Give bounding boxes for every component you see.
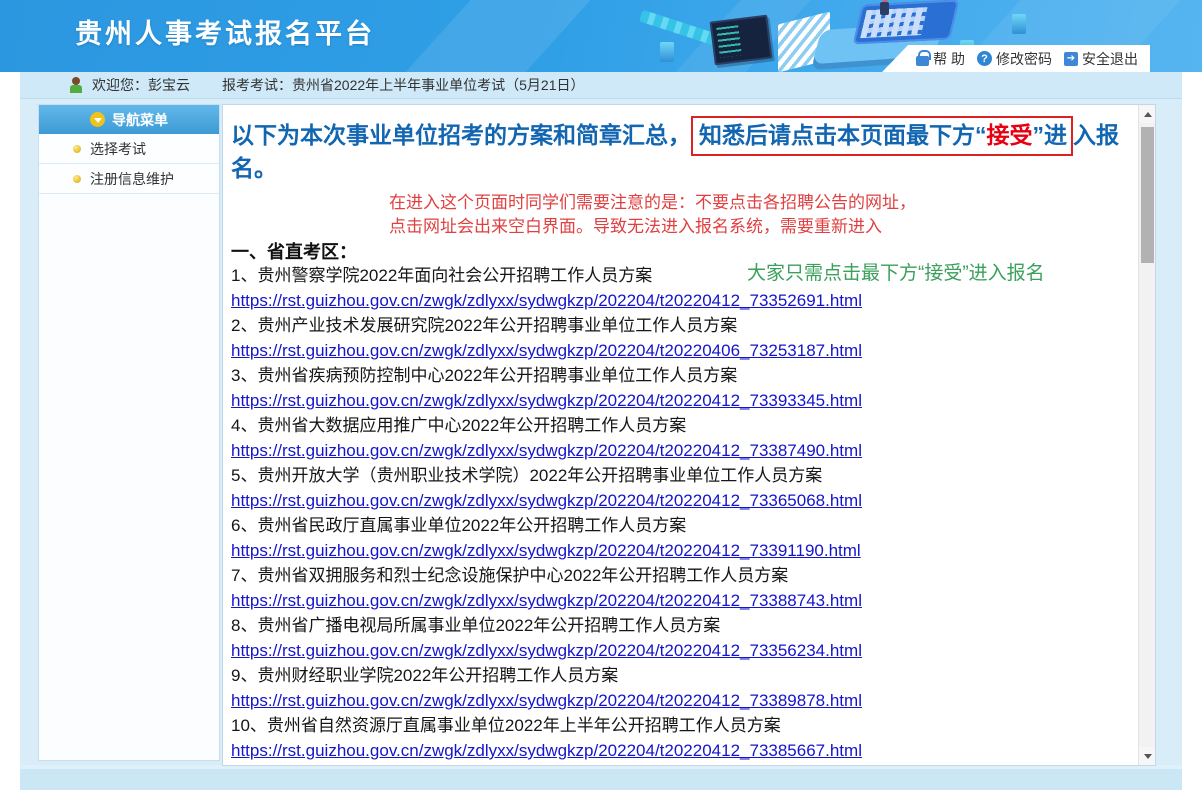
sidebar-item-registration-info[interactable]: 注册信息维护 [39,164,219,194]
item-title: 9、贵州财经职业学院2022年公开招聘工作人员方案 [231,663,1129,688]
list-item: 7、贵州省双拥服务和烈士纪念设施保护中心2022年公开招聘工作人员方案 http… [231,563,1129,613]
welcome-bar: 欢迎您：彭宝云 报考考试：贵州省2022年上半年事业单位考试（5月21日） [20,72,1182,99]
red-note-line1: 在进入这个页面时同学们需要注意的是：不要点击各招聘公告的网址， [389,191,1129,215]
list-item: 9、贵州财经职业学院2022年公开招聘工作人员方案 https://rst.gu… [231,663,1129,713]
page-footer [20,765,1182,790]
change-password-label: 修改密码 [996,49,1052,69]
help-button-label: 帮 助 [933,49,965,69]
illustration-dashboard [853,0,960,44]
illustration-pillar [660,42,674,62]
headline-boxed-prefix: 知悉后请点击本页面最下方“ [699,122,987,148]
green-hint-note: 大家只需点击最下方“接受”进入报名 [747,258,1045,285]
illustration-monitor [710,15,773,66]
app-header: 贵州人事考试报名平台 帮 助 ? 修改密码 ➔ 安全退出 [0,0,1202,72]
headline-boxed-highlight: 知悉后请点击本页面最下方“接受”进 [691,116,1073,156]
list-item: 10、贵州省自然资源厅直属事业单位2022年上半年公开招聘工作人员方案 http… [231,713,1129,763]
list-item: 8、贵州省广播电视局所属事业单位2022年公开招聘工作人员方案 https://… [231,613,1129,663]
headline-boxed-suffix: ”进 [1033,122,1068,148]
welcome-greeting: 欢迎您：彭宝云 [92,75,190,95]
content-inner: 以下为本次事业单位招考的方案和简章汇总，知悉后请点击本页面最下方“接受”进入报名… [223,105,1155,766]
sidebar-header-label: 导航菜单 [112,110,168,130]
main-row: 导航菜单 选择考试 注册信息维护 以下为本次事业单位招考的方案和简章汇总，知悉后… [20,99,1182,765]
item-link[interactable]: https://rst.guizhou.gov.cn/zwgk/zdlyxx/s… [231,588,1129,613]
illustration-pillar [1012,14,1026,34]
item-link[interactable]: https://rst.guizhou.gov.cn/zwgk/zdlyxx/s… [231,638,1129,663]
list-item: 2、贵州产业技术发展研究院2022年公开招聘事业单位工作人员方案 https:/… [231,313,1129,363]
page-title: 贵州人事考试报名平台 [75,12,375,51]
scrollbar-thumb[interactable] [1141,127,1154,263]
sidebar-header: 导航菜单 [39,105,219,134]
list-item: 5、贵州开放大学（贵州职业技术学院）2022年公开招聘事业单位工作人员方案 ht… [231,463,1129,513]
vertical-scrollbar[interactable] [1138,105,1155,765]
user-avatar-icon [68,77,84,93]
arrow-up-icon [1144,112,1152,117]
header-action-tab: 帮 助 ? 修改密码 ➔ 安全退出 [882,45,1150,72]
item-link[interactable]: https://rst.guizhou.gov.cn/zwgk/zdlyxx/s… [231,688,1129,713]
sidebar: 导航菜单 选择考试 注册信息维护 [38,104,220,761]
bullet-icon [73,175,81,183]
item-link[interactable]: https://rst.guizhou.gov.cn/zwgk/zdlyxx/s… [231,338,1129,363]
red-note-line2: 点击网址会出来空白界面。导致无法进入报名系统，需要重新进入 [389,215,1129,239]
arrow-down-icon [1144,754,1152,759]
headline-accept-word: 接受 [987,122,1033,148]
item-title: 11、贵州省农业科学院2022年公开招聘事业单位工作人员方案 [231,763,1129,766]
list-item: 4、贵州省大数据应用推广中心2022年公开招聘工作人员方案 https://rs… [231,413,1129,463]
sidebar-item-label: 注册信息维护 [90,169,174,189]
sidebar-item-select-exam[interactable]: 选择考试 [39,134,219,164]
list-item: 1、贵州警察学院2022年面向社会公开招聘工作人员方案 大家只需点击最下方“接受… [231,263,1129,313]
item-link[interactable]: https://rst.guizhou.gov.cn/zwgk/zdlyxx/s… [231,488,1129,513]
question-icon: ? [977,51,992,66]
sidebar-item-label: 选择考试 [90,139,146,159]
illustration-person [880,2,889,15]
lock-icon [916,56,929,66]
red-warning-note: 在进入这个页面时同学们需要注意的是：不要点击各招聘公告的网址， 点击网址会出来空… [389,191,1129,239]
scroll-up-button[interactable] [1139,105,1156,123]
item-title: 3、贵州省疾病预防控制中心2022年公开招聘事业单位工作人员方案 [231,363,1129,388]
list-item: 11、贵州省农业科学院2022年公开招聘事业单位工作人员方案 [231,763,1129,766]
exit-icon: ➔ [1064,52,1078,66]
item-link[interactable]: https://rst.guizhou.gov.cn/zwgk/zdlyxx/s… [231,438,1129,463]
item-title: 6、贵州省民政厅直属事业单位2022年公开招聘工作人员方案 [231,513,1129,538]
item-title: 5、贵州开放大学（贵州职业技术学院）2022年公开招聘事业单位工作人员方案 [231,463,1129,488]
change-password-button[interactable]: ? 修改密码 [977,49,1052,69]
bullet-icon [73,145,81,153]
item-title: 8、贵州省广播电视局所属事业单位2022年公开招聘工作人员方案 [231,613,1129,638]
headline: 以下为本次事业单位招考的方案和简章汇总，知悉后请点击本页面最下方“接受”进入报名… [231,119,1129,185]
list-item: 6、贵州省民政厅直属事业单位2022年公开招聘工作人员方案 https://rs… [231,513,1129,563]
item-link[interactable]: https://rst.guizhou.gov.cn/zwgk/zdlyxx/s… [231,538,1129,563]
item-title: 10、贵州省自然资源厅直属事业单位2022年上半年公开招聘工作人员方案 [231,713,1129,738]
item-title: 4、贵州省大数据应用推广中心2022年公开招聘工作人员方案 [231,413,1129,438]
item-link[interactable]: https://rst.guizhou.gov.cn/zwgk/zdlyxx/s… [231,738,1129,763]
help-button[interactable]: 帮 助 [916,49,965,69]
item-link[interactable]: https://rst.guizhou.gov.cn/zwgk/zdlyxx/s… [231,388,1129,413]
item-title: 7、贵州省双拥服务和烈士纪念设施保护中心2022年公开招聘工作人员方案 [231,563,1129,588]
item-link[interactable]: https://rst.guizhou.gov.cn/zwgk/zdlyxx/s… [231,288,1129,313]
welcome-exam-info: 报考考试：贵州省2022年上半年事业单位考试（5月21日） [222,75,585,95]
safe-exit-label: 安全退出 [1082,49,1138,69]
list-item: 3、贵州省疾病预防控制中心2022年公开招聘事业单位工作人员方案 https:/… [231,363,1129,413]
header-sheen [371,0,608,72]
chevron-down-icon [90,112,105,127]
page-body: 欢迎您：彭宝云 报考考试：贵州省2022年上半年事业单位考试（5月21日） 导航… [20,72,1182,790]
safe-exit-button[interactable]: ➔ 安全退出 [1064,49,1138,69]
scroll-down-button[interactable] [1139,747,1156,765]
content-panel: 以下为本次事业单位招考的方案和简章汇总，知悉后请点击本页面最下方“接受”进入报名… [222,104,1156,766]
item-title: 2、贵州产业技术发展研究院2022年公开招聘事业单位工作人员方案 [231,313,1129,338]
headline-part1: 以下为本次事业单位招考的方案和简章汇总， [231,122,691,148]
